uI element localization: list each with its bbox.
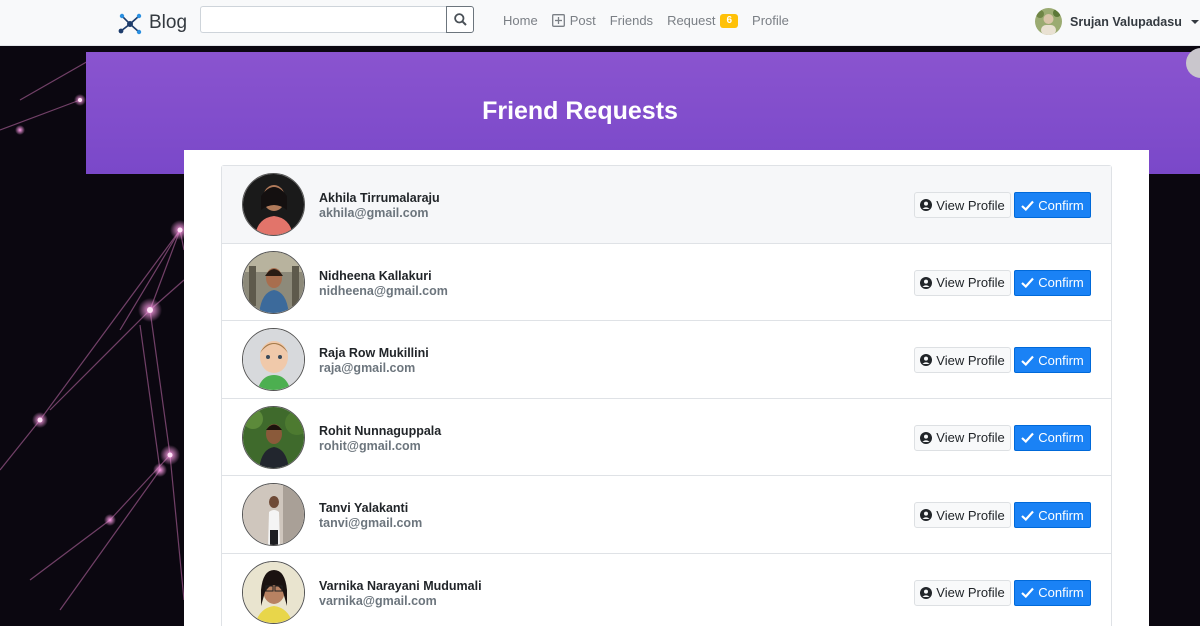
requester-name: Akhila Tirrumalaraju	[319, 191, 440, 205]
view-profile-button[interactable]: View Profile	[914, 269, 1011, 296]
check-icon	[1021, 277, 1035, 289]
list-item: Rohit Nunnaguppala rohit@gmail.com View …	[222, 399, 1111, 477]
request-info: Tanvi Yalakanti tanvi@gmail.com	[319, 501, 422, 531]
requests-card: Akhila Tirrumalaraju akhila@gmail.com Vi…	[184, 150, 1149, 626]
nav-home-link[interactable]: Home	[503, 13, 538, 28]
plus-square-icon	[551, 14, 565, 27]
user-circle-icon	[920, 276, 933, 289]
view-profile-label: View Profile	[936, 197, 1005, 213]
avatar	[242, 405, 305, 469]
requester-email: varnika@gmail.com	[319, 593, 437, 608]
view-profile-button[interactable]: View Profile	[914, 579, 1011, 606]
list-item: Raja Row Mukillini raja@gmail.com View P…	[222, 321, 1111, 399]
request-info: Varnika Narayani Mudumali varnika@gmail.…	[319, 579, 482, 609]
search-button[interactable]	[446, 6, 474, 33]
request-info: Raja Row Mukillini raja@gmail.com	[319, 346, 429, 376]
request-info: Nidheena Kallakuri nidheena@gmail.com	[319, 269, 448, 299]
confirm-label: Confirm	[1038, 197, 1084, 213]
list-item: Nidheena Kallakuri nidheena@gmail.com Vi…	[222, 244, 1111, 322]
confirm-label: Confirm	[1038, 352, 1084, 368]
nav-profile-label: Profile	[752, 13, 789, 28]
confirm-label: Confirm	[1038, 430, 1084, 446]
avatar	[242, 328, 305, 392]
avatar	[242, 560, 305, 624]
nav-post-label: Post	[569, 13, 596, 28]
check-icon	[1021, 433, 1035, 444]
check-icon	[1021, 200, 1035, 211]
nav-request-link[interactable]: Request 6	[667, 13, 739, 28]
requester-name: Nidheena Kallakuri	[319, 268, 432, 283]
confirm-button[interactable]: Confirm	[1014, 269, 1091, 296]
nav-profile-link[interactable]: Profile	[752, 13, 789, 28]
confirm-button[interactable]: Confirm	[1014, 424, 1091, 451]
brand-link[interactable]: Blog	[118, 8, 187, 38]
network-logo-icon	[118, 13, 142, 34]
requester-name: Raja Row Mukillini	[319, 346, 429, 361]
user-circle-icon	[920, 354, 933, 367]
request-info: Rohit Nunnaguppala rohit@gmail.com	[319, 424, 441, 454]
view-profile-button[interactable]: View Profile	[914, 502, 1011, 529]
friend-requests-list: Akhila Tirrumalaraju akhila@gmail.com Vi…	[221, 165, 1112, 626]
brand-name: Blog	[149, 12, 188, 33]
view-profile-label: View Profile	[936, 352, 1005, 368]
nav-friends-link[interactable]: Friends	[610, 13, 653, 28]
check-icon	[1021, 355, 1035, 366]
user-circle-icon	[920, 431, 933, 444]
requester-email: rohit@gmail.com	[319, 438, 421, 453]
user-circle-icon	[920, 199, 933, 211]
confirm-label: Confirm	[1038, 275, 1084, 291]
search-icon	[453, 13, 467, 26]
requester-name: Varnika Narayani Mudumali	[319, 578, 482, 593]
user-avatar	[1035, 8, 1062, 35]
page-title: Friend Requests	[482, 97, 678, 125]
confirm-button[interactable]: Confirm	[1014, 579, 1091, 606]
user-menu[interactable]: Srujan Valupadasu	[1035, 8, 1199, 35]
list-item: Varnika Narayani Mudumali varnika@gmail.…	[222, 554, 1111, 626]
view-profile-button[interactable]: View Profile	[914, 424, 1011, 451]
requester-name: Rohit Nunnaguppala	[319, 423, 442, 438]
requester-name: Tanvi Yalakanti	[319, 501, 409, 516]
check-icon	[1021, 510, 1035, 521]
confirm-button[interactable]: Confirm	[1014, 192, 1091, 218]
requester-email: raja@gmail.com	[319, 361, 416, 376]
avatar	[242, 173, 305, 236]
nav-home-label: Home	[503, 13, 538, 28]
view-profile-label: View Profile	[936, 275, 1005, 291]
nav-links: Home Post Friends Request 6 Profile	[503, 13, 803, 28]
list-item: Tanvi Yalakanti tanvi@gmail.com View Pro…	[222, 476, 1111, 554]
check-icon	[1021, 588, 1035, 599]
request-count-badge: 6	[720, 13, 739, 28]
confirm-label: Confirm	[1038, 585, 1084, 601]
user-circle-icon	[920, 586, 933, 599]
user-name: Srujan Valupadasu	[1070, 14, 1182, 29]
view-profile-label: View Profile	[936, 507, 1005, 523]
requester-email: tanvi@gmail.com	[319, 516, 423, 531]
nav-post-link[interactable]: Post	[551, 13, 596, 28]
avatar	[242, 483, 305, 547]
view-profile-button[interactable]: View Profile	[914, 347, 1011, 374]
requester-email: akhila@gmail.com	[319, 206, 429, 220]
confirm-button[interactable]: Confirm	[1014, 502, 1091, 529]
chevron-down-icon	[1190, 19, 1199, 24]
nav-friends-label: Friends	[609, 13, 654, 28]
view-profile-button[interactable]: View Profile	[914, 192, 1011, 218]
search-input[interactable]	[200, 6, 446, 33]
view-profile-label: View Profile	[936, 430, 1005, 446]
view-profile-label: View Profile	[936, 585, 1005, 601]
search-form	[200, 6, 474, 33]
user-circle-icon	[920, 509, 933, 522]
top-navbar: Blog Home Post Friends Request 6 Profile…	[0, 0, 1200, 46]
confirm-label: Confirm	[1038, 507, 1084, 523]
confirm-button[interactable]: Confirm	[1014, 347, 1091, 374]
nav-request-label: Request	[667, 13, 716, 28]
requester-email: nidheena@gmail.com	[319, 283, 448, 298]
request-info: Akhila Tirrumalaraju akhila@gmail.com	[319, 191, 440, 221]
avatar	[242, 250, 305, 314]
list-item: Akhila Tirrumalaraju akhila@gmail.com Vi…	[222, 166, 1111, 244]
